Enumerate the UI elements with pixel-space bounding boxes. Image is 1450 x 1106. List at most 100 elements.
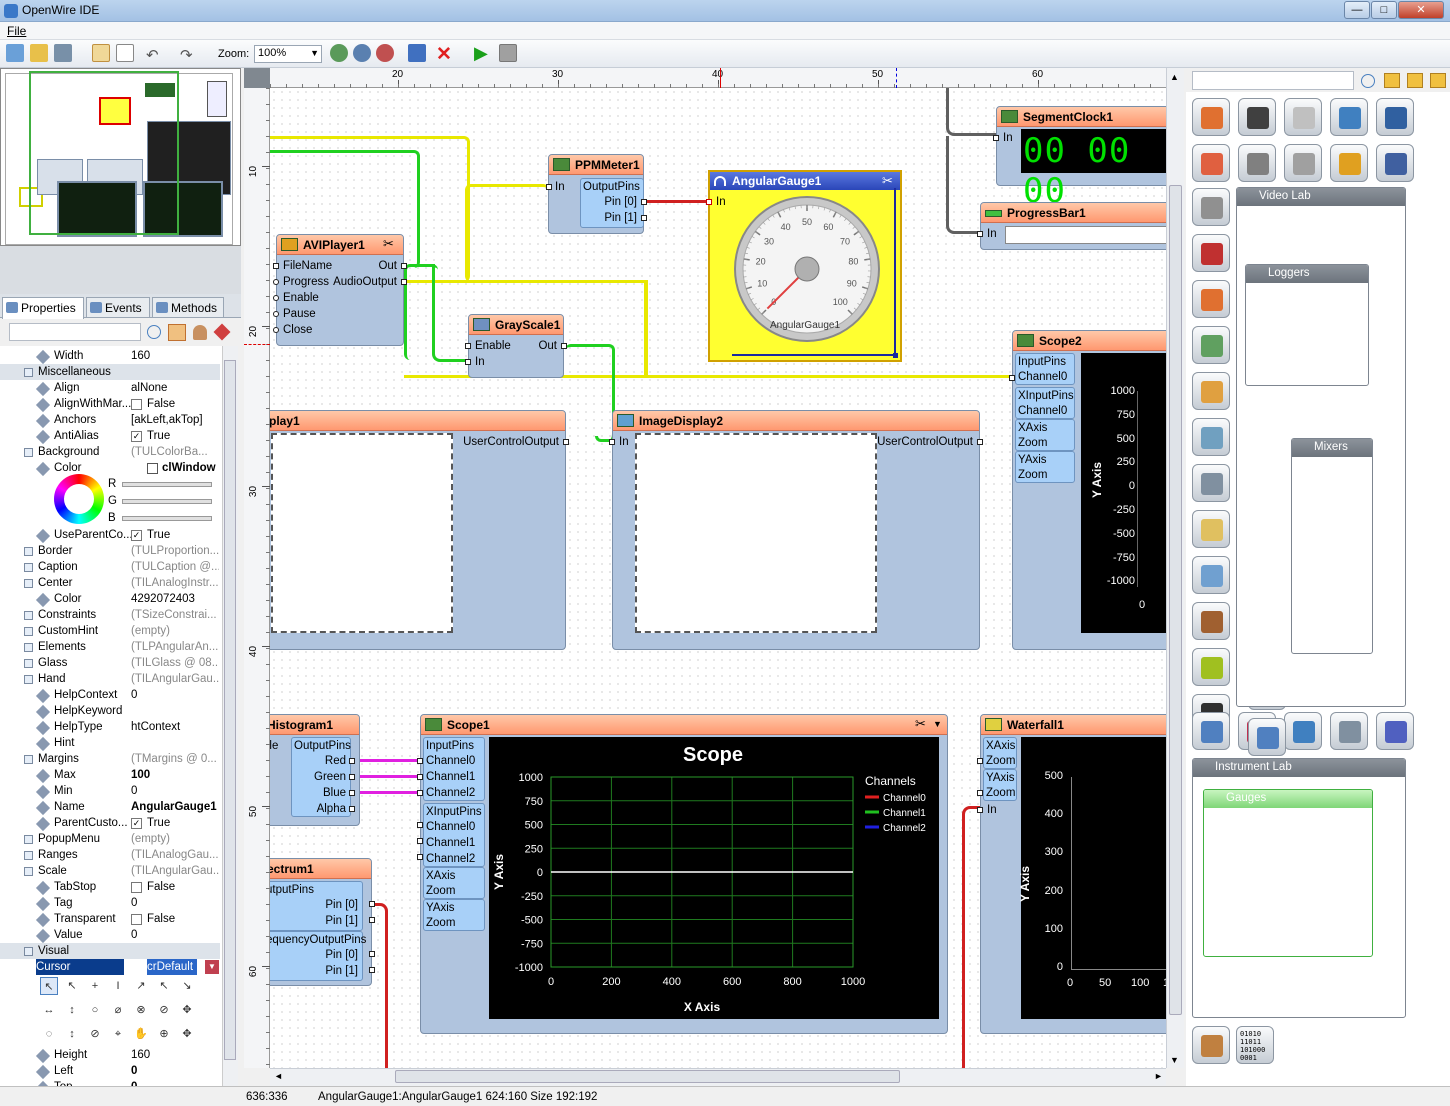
- scroll-down-icon[interactable]: ▼: [1170, 1055, 1179, 1065]
- loggers-header[interactable]: Loggers: [1246, 265, 1368, 283]
- palette-search-input[interactable]: [1192, 71, 1354, 90]
- imagedisplay1-output-dot[interactable]: [563, 439, 569, 445]
- component-icon[interactable]: [408, 44, 426, 62]
- histogram-green-pin[interactable]: Green: [314, 769, 346, 785]
- property-row[interactable]: Miscellaneous: [0, 364, 220, 380]
- property-value[interactable]: 0: [131, 687, 219, 703]
- property-value[interactable]: (TULColorBa...: [131, 444, 219, 460]
- imagedisplay1-output-pin[interactable]: UserControlOutput: [463, 434, 559, 450]
- scope1-component[interactable]: Scope1 ✂ ▼ InputPins Channel0 Channel1 C…: [417, 714, 948, 1034]
- property-row[interactable]: Ranges (TILAnalogGau...: [0, 847, 220, 863]
- zoom-reset-icon[interactable]: [376, 44, 394, 62]
- spectrum-pin0[interactable]: Pin [0]: [325, 897, 358, 913]
- aviplayer-progress-pin[interactable]: Progress: [283, 274, 329, 290]
- cursor-option[interactable]: ↔: [40, 1001, 58, 1019]
- property-value[interactable]: 4292072403: [131, 591, 219, 607]
- aviplayer-component[interactable]: AVIPlayer1 ✂ FileName Progress Enable Pa…: [273, 234, 407, 346]
- property-row[interactable]: Transparent False: [0, 911, 220, 928]
- aviplayer-enable-pin[interactable]: Enable: [283, 290, 319, 306]
- aviplayer-audio-dot[interactable]: [401, 279, 407, 285]
- spectrum-freq-pin0[interactable]: Pin [0]: [325, 947, 358, 963]
- progressbar-header[interactable]: ProgressBar1: [981, 203, 1166, 223]
- color-slider-b[interactable]: B: [0, 510, 220, 526]
- property-value[interactable]: (TILAnalogGau...: [131, 847, 219, 863]
- segmentclock-component[interactable]: SegmentClock1 In 00 00 00: [993, 106, 1166, 211]
- property-value[interactable]: htContext: [131, 719, 219, 735]
- canvas-vscroll-thumb[interactable]: [1169, 185, 1182, 1015]
- color-slider-g[interactable]: G: [0, 493, 220, 509]
- scope2-yaxis-zoom[interactable]: Zoom: [1018, 467, 1047, 483]
- scope1-channel2-dot[interactable]: [417, 790, 423, 796]
- property-value[interactable]: [akLeft,akTop]: [131, 412, 219, 428]
- grayscale-out-pin[interactable]: Out: [538, 338, 557, 354]
- property-value[interactable]: 160: [131, 1047, 219, 1063]
- grayscale-in-pin[interactable]: In: [475, 354, 485, 370]
- checkbox[interactable]: ✓: [131, 431, 142, 442]
- maximize-button[interactable]: □: [1371, 1, 1397, 19]
- scope1-channel1-pin[interactable]: Channel1: [426, 769, 475, 785]
- property-row[interactable]: Glass (TILGlass @ 08...: [0, 655, 220, 671]
- property-row[interactable]: Caption (TULCaption @...: [0, 559, 220, 575]
- cursor-option[interactable]: ↖: [155, 977, 173, 995]
- segmentclock-in-pin[interactable]: In: [1003, 130, 1013, 146]
- property-value[interactable]: (TLPAngularAn...: [131, 639, 219, 655]
- folder-icon[interactable]: [1384, 73, 1400, 88]
- property-row[interactable]: Align alNone: [0, 380, 220, 397]
- palette-side-2[interactable]: [1192, 280, 1230, 318]
- cursor-option[interactable]: ⌖: [109, 1025, 127, 1043]
- palette-item-0-4[interactable]: [1376, 98, 1414, 136]
- property-value[interactable]: 0: [131, 1063, 219, 1079]
- segmentclock-header[interactable]: SegmentClock1: [997, 107, 1166, 127]
- scope1-header[interactable]: Scope1: [421, 715, 947, 735]
- histogram-component[interactable]: Histogram1 ble OutputPins Red Green Blue…: [270, 714, 360, 826]
- histogram-alpha-dot[interactable]: [349, 806, 355, 812]
- property-row[interactable]: Value 0: [0, 927, 220, 944]
- scope2-xchannel0-pin[interactable]: Channel0: [1018, 403, 1067, 419]
- spectrum-header[interactable]: ectrum1: [270, 859, 371, 879]
- palette-side-1[interactable]: [1192, 234, 1230, 272]
- segmentclock-in-dot[interactable]: [993, 135, 999, 141]
- tab-events[interactable]: Events: [86, 297, 150, 317]
- cursor-option[interactable]: ✥: [178, 1001, 196, 1019]
- checkbox[interactable]: ✓: [131, 818, 142, 829]
- expand-icon[interactable]: [24, 675, 33, 684]
- resize-handle[interactable]: [893, 353, 898, 358]
- gauge-header[interactable]: AngularGauge1: [710, 172, 900, 190]
- slider-track[interactable]: [122, 482, 212, 487]
- scope1-xchannel0-dot[interactable]: [417, 822, 423, 828]
- property-row[interactable]: Tag 0: [0, 895, 220, 912]
- checkbox[interactable]: [131, 914, 142, 925]
- property-row[interactable]: Width 160: [0, 348, 220, 365]
- save-icon[interactable]: [54, 44, 72, 62]
- cursor-option[interactable]: ↗: [132, 977, 150, 995]
- expand-icon[interactable]: [24, 867, 33, 876]
- slider-track[interactable]: [122, 499, 212, 504]
- palette-side-6[interactable]: [1192, 464, 1230, 502]
- cursor-option[interactable]: ✥: [178, 1025, 196, 1043]
- palette-row3-2[interactable]: [1284, 712, 1322, 750]
- scope2-channel0-pin[interactable]: Channel0: [1018, 369, 1067, 385]
- delete-icon[interactable]: ✕: [436, 43, 452, 66]
- imagedisplay2-component[interactable]: ImageDisplay2 In UserControlOutput: [609, 410, 983, 650]
- property-row[interactable]: CustomHint (empty): [0, 623, 220, 639]
- scope2-xaxis-zoom[interactable]: Zoom: [1018, 435, 1047, 451]
- property-value[interactable]: 100: [131, 767, 219, 783]
- histogram-red-dot[interactable]: [349, 758, 355, 764]
- property-value[interactable]: crDefault: [147, 959, 197, 975]
- property-row[interactable]: AntiAlias ✓ True: [0, 428, 220, 445]
- tab-properties[interactable]: Properties: [2, 297, 84, 319]
- waterfall-component[interactable]: Waterfall1 XAxis Zoom YAxis Zoom In Y Ax…: [977, 714, 1166, 1034]
- imagedisplay2-in-pin[interactable]: In: [619, 434, 629, 450]
- gauge-in-dot[interactable]: [706, 199, 712, 205]
- cursor-option[interactable]: I: [109, 977, 127, 995]
- property-row[interactable]: Name AngularGauge1: [0, 799, 220, 816]
- expand-icon[interactable]: [24, 563, 33, 572]
- expand-icon[interactable]: [24, 547, 33, 556]
- palette-item-1-0[interactable]: [1192, 144, 1230, 182]
- palette-item-0-2[interactable]: [1284, 98, 1322, 136]
- palette-item-1-3[interactable]: [1330, 144, 1368, 182]
- aviplayer-enable-dot[interactable]: [273, 295, 279, 301]
- mixers-header[interactable]: Mixers: [1292, 439, 1372, 457]
- grayscale-enable-dot[interactable]: [465, 343, 471, 349]
- imagedisplay1-header[interactable]: play1: [270, 411, 565, 431]
